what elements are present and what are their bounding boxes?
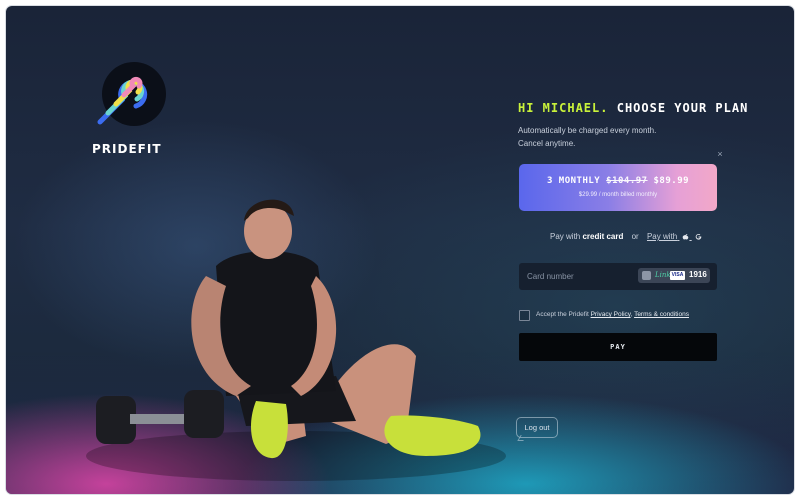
rainbow-p-logo-icon: [97, 62, 166, 126]
greeting-name: HI MICHAEL.: [518, 101, 609, 115]
terms-checkbox[interactable]: [519, 310, 530, 321]
plan-description: Automatically be charged every month. Ca…: [518, 124, 718, 150]
pay-with-prefix: Pay with: [550, 232, 581, 241]
greeting-heading: HI MICHAEL. CHOOSE YOUR PLAN: [518, 101, 748, 115]
plan-billing-note: $29.99 / month billed monthly: [578, 192, 658, 198]
card-square-icon: [642, 271, 651, 280]
plan-title: 3 MONTHLY: [546, 176, 601, 186]
card-number-input[interactable]: Card number Link VISA 1916: [519, 263, 717, 290]
terms-separator: ,: [630, 311, 633, 318]
app-window: PRIDEFIT HI MICHAEL. CHOOSE YOUR PLAN Au…: [6, 6, 794, 494]
close-icon[interactable]: ×: [715, 149, 725, 159]
plan-price-line: 3 MONTHLY $104.97 $89.99: [519, 176, 717, 186]
privacy-policy-link[interactable]: Privacy Policy: [591, 311, 631, 318]
wallet-pay-label: Pay with: [646, 232, 678, 241]
card-number-placeholder: Card number: [527, 272, 574, 281]
or-separator: or: [631, 232, 639, 241]
saved-card-chip[interactable]: Link VISA 1916: [638, 268, 710, 283]
plan-price: $89.99: [653, 176, 690, 186]
logout-button[interactable]: Log out: [516, 417, 558, 438]
greeting-title: CHOOSE YOUR PLAN: [616, 101, 749, 115]
link-brand-text: Link: [655, 271, 671, 279]
terms-label: Accept the Pridefit Privacy Policy, Term…: [536, 311, 689, 318]
pay-button[interactable]: PAY: [519, 333, 717, 361]
visa-icon: VISA: [670, 271, 685, 280]
brand-name: PRIDEFIT: [92, 142, 162, 156]
terms-prefix: Accept the Pridefit: [536, 311, 589, 318]
terms-conditions-link[interactable]: Terms & conditions: [634, 311, 689, 318]
plan-description-line-1: Automatically be charged every month.: [518, 126, 657, 135]
plan-description-line-2: Cancel anytime.: [518, 139, 576, 148]
athlete-photo: [86, 199, 506, 481]
wallet-pay-option[interactable]: Pay with: [647, 232, 702, 241]
payment-method-selector: Pay with credit card or Pay with: [550, 232, 702, 241]
credit-card-option[interactable]: credit card: [582, 232, 623, 241]
google-icon: [695, 234, 701, 240]
apple-icon: [683, 234, 689, 240]
plan-old-price: $104.97: [606, 176, 648, 186]
card-last4: 1916: [689, 270, 707, 279]
plan-option-card[interactable]: 3 MONTHLY $104.97 $89.99 $29.99 / month …: [519, 164, 717, 211]
